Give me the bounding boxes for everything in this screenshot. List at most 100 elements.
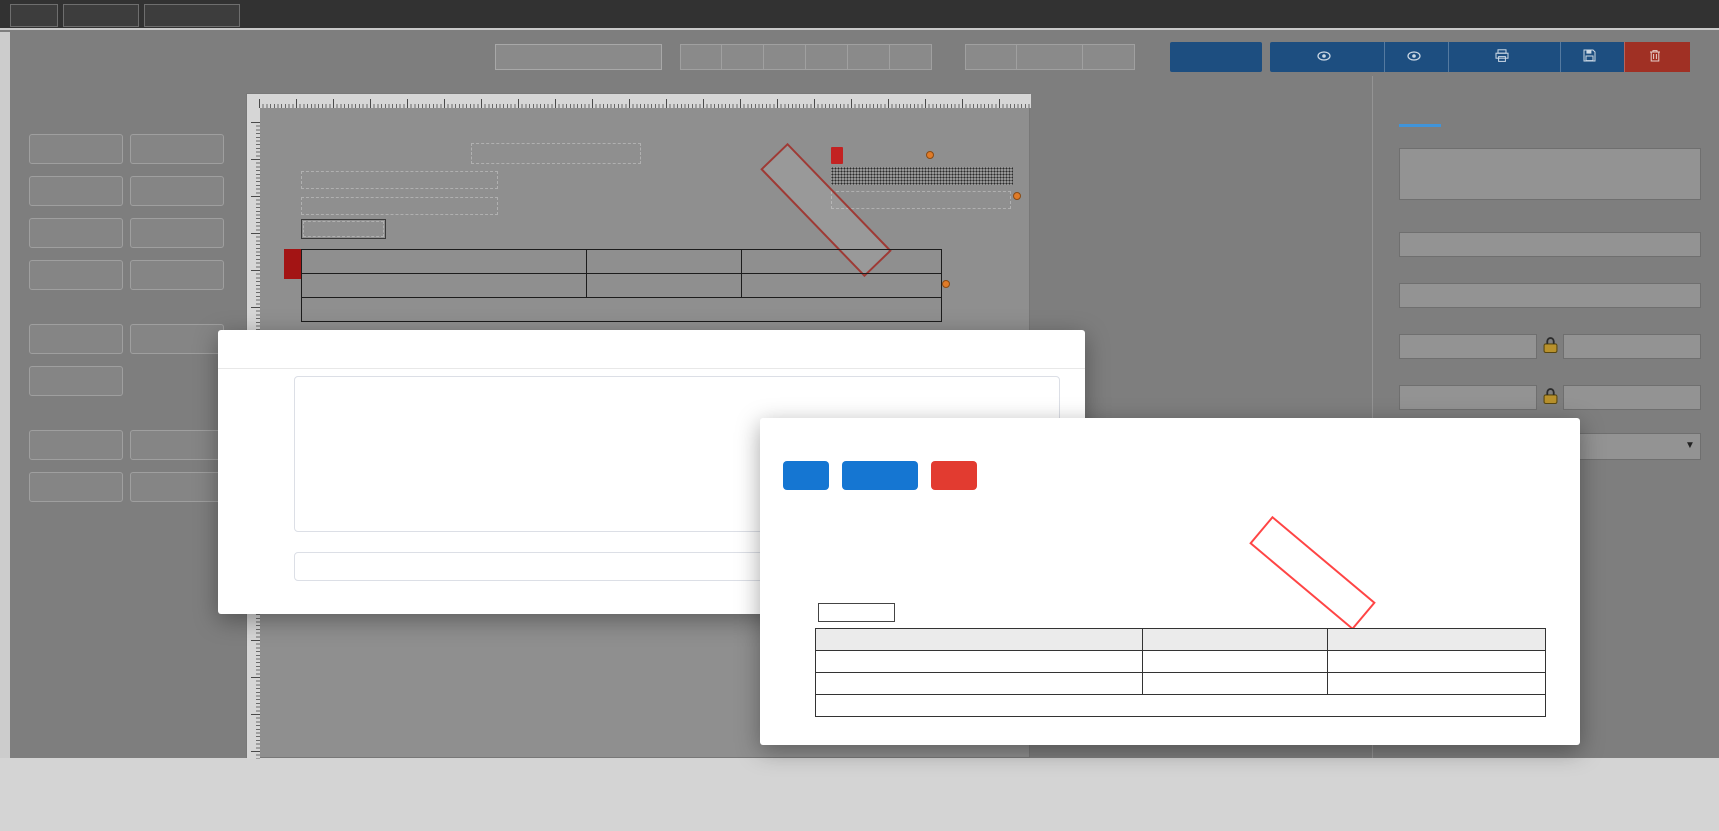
direct-print-button[interactable]: [1448, 42, 1560, 72]
component-qrcode[interactable]: [130, 218, 224, 248]
cell: [815, 672, 1143, 695]
eye-icon: [1317, 50, 1331, 65]
paper-size-b3-button[interactable]: [806, 44, 848, 70]
table-header-row: [815, 628, 1546, 651]
height-input[interactable]: [1563, 385, 1701, 410]
eye-icon: [1406, 50, 1421, 65]
component-doc-header[interactable]: [29, 134, 123, 164]
component-vline[interactable]: [130, 430, 224, 460]
tab-home[interactable]: [10, 4, 58, 27]
table-drag-handle[interactable]: [284, 249, 301, 279]
canvas-table[interactable]: [301, 249, 942, 322]
table-row: [815, 650, 1546, 673]
canvas-maker[interactable]: [831, 191, 1011, 209]
template-name-input[interactable]: [495, 44, 662, 70]
save-button[interactable]: [1560, 42, 1624, 72]
page-left-gutter: [0, 32, 10, 758]
header-cell: [1327, 628, 1546, 651]
export-pdf-button[interactable]: [842, 461, 918, 490]
body-cell[interactable]: [741, 273, 942, 298]
toolbar: [0, 32, 1719, 76]
custom-size-button[interactable]: [1170, 42, 1262, 72]
footer-cell: [815, 694, 1546, 717]
zoom-out-button[interactable]: [965, 44, 1017, 70]
canvas-transport[interactable]: [301, 197, 498, 215]
resize-handle-dot[interactable]: [926, 151, 934, 159]
cell: [1327, 650, 1546, 673]
cell: [1142, 672, 1328, 695]
paper-size-a3-button[interactable]: [680, 44, 722, 70]
component-ellipse[interactable]: [130, 472, 224, 502]
resize-handle-dot[interactable]: [942, 280, 950, 288]
printer-icon: [1495, 49, 1509, 65]
tab-print-template[interactable]: [63, 4, 139, 27]
paper-size-group: [680, 44, 932, 70]
title-input[interactable]: [1399, 148, 1701, 200]
preview-button[interactable]: [1384, 42, 1448, 72]
header-cell[interactable]: [586, 249, 742, 274]
print-template-designer: ▼: [0, 0, 1719, 831]
cell: [815, 650, 1143, 673]
save-icon: [1583, 49, 1596, 65]
divider: [218, 368, 1085, 369]
component-long-text[interactable]: [29, 366, 123, 396]
body-cell[interactable]: [586, 273, 742, 298]
header-cell: [1142, 628, 1328, 651]
component-hline[interactable]: [29, 430, 123, 460]
component-platform-name[interactable]: [29, 260, 123, 290]
lock-icon[interactable]: [1543, 387, 1558, 410]
component-barcode[interactable]: [29, 218, 123, 248]
canvas-make-date-selected[interactable]: [831, 167, 1013, 185]
test-data-input[interactable]: [1399, 283, 1701, 308]
print-button[interactable]: [783, 461, 829, 490]
resize-handle-dot[interactable]: [1013, 192, 1021, 200]
trash-icon: [1649, 49, 1661, 65]
table-footer-row: [301, 297, 942, 322]
preview-drug-type: [818, 603, 895, 622]
cell: [1142, 650, 1328, 673]
table-row: [815, 672, 1546, 695]
table-header-row: [301, 249, 942, 274]
component-order-no[interactable]: [29, 176, 123, 206]
component-biz-date[interactable]: [130, 176, 224, 206]
width-input[interactable]: [1399, 385, 1537, 410]
lock-icon[interactable]: [1543, 336, 1558, 359]
field-name-input[interactable]: [1399, 232, 1701, 257]
canvas-order-no[interactable]: [301, 171, 498, 189]
table-footer-row: [815, 694, 1546, 717]
header-cell[interactable]: [741, 249, 942, 274]
zoom-in-button[interactable]: [1083, 44, 1135, 70]
print-preview-dialog: [760, 418, 1580, 745]
paper-size-a5-button[interactable]: [764, 44, 806, 70]
active-tab-underline: [1399, 124, 1441, 127]
canvas-drug-type[interactable]: [301, 219, 386, 239]
preview-stamp: [1249, 515, 1376, 631]
cell: [1327, 672, 1546, 695]
component-doc-type[interactable]: [130, 134, 224, 164]
canvas-doc-title[interactable]: [471, 143, 641, 164]
zoom-control: [965, 44, 1135, 70]
position-x-input[interactable]: [1399, 334, 1537, 359]
component-order-data[interactable]: [29, 324, 123, 354]
paper-size-b5-button[interactable]: [890, 44, 932, 70]
paper-size-a4-button[interactable]: [722, 44, 764, 70]
table-empty-row: [301, 273, 942, 298]
header-cell[interactable]: [301, 249, 587, 274]
body-cell[interactable]: [301, 273, 587, 298]
close-preview-button[interactable]: [931, 461, 977, 490]
position-y-input[interactable]: [1563, 334, 1701, 359]
preview-table: [815, 628, 1546, 717]
header-cell: [815, 628, 1143, 651]
tab-edit-scheme[interactable]: [144, 4, 240, 27]
action-button-group: [1270, 42, 1690, 72]
paper-size-b4-button[interactable]: [848, 44, 890, 70]
zoom-value-input[interactable]: [1017, 44, 1083, 70]
footer-cell[interactable]: [301, 297, 942, 322]
component-logo[interactable]: [130, 260, 224, 290]
component-text[interactable]: [130, 324, 224, 354]
document-tab-bar: [0, 0, 1719, 30]
set-datasource-button[interactable]: [1270, 42, 1384, 72]
horizontal-ruler: [247, 94, 1031, 108]
clear-button[interactable]: [1624, 42, 1690, 72]
component-rectangle[interactable]: [29, 472, 123, 502]
